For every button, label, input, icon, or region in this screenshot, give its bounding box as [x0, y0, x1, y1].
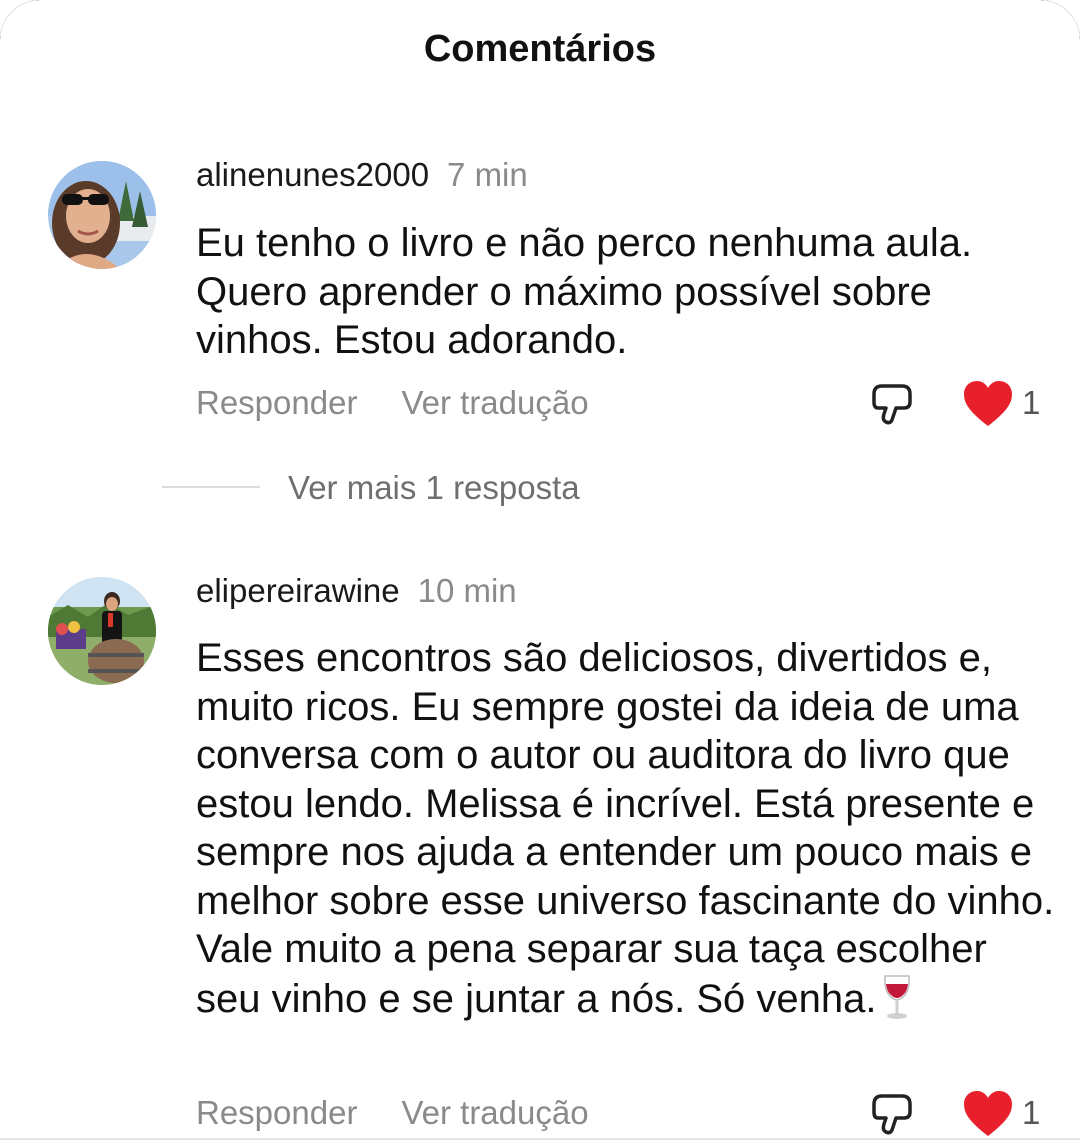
- comment-username[interactable]: elipereirawine: [196, 572, 400, 609]
- wine-glass-icon: [882, 974, 912, 1032]
- heart-icon[interactable]: [962, 380, 1014, 428]
- avatar[interactable]: [48, 577, 156, 685]
- avatar-image: [48, 577, 156, 685]
- dislike-icon[interactable]: [868, 380, 916, 428]
- comment-text-content: Esses encontros são deliciosos, divertid…: [196, 636, 1055, 1021]
- comment-actions: Responder Ver tradução: [196, 1094, 589, 1132]
- comment-time: 7 min: [447, 156, 528, 193]
- comment-time: 10 min: [417, 572, 517, 609]
- reply-button[interactable]: Responder: [196, 1094, 357, 1131]
- reply-button[interactable]: Responder: [196, 384, 357, 421]
- comment-text: Esses encontros são deliciosos, divertid…: [196, 634, 1056, 1031]
- like-count: 1: [1022, 1094, 1041, 1131]
- bottom-divider: [0, 1138, 1080, 1147]
- translate-button[interactable]: Ver tradução: [401, 384, 588, 421]
- comments-sheet: Comentários alinenunes2000 7 min Eu tenho: [0, 0, 1080, 1147]
- dislike-icon[interactable]: [868, 1090, 916, 1138]
- like-count: 1: [1022, 384, 1041, 421]
- comment-text: Eu tenho o livro e não perco nenhuma aul…: [196, 221, 973, 362]
- avatar-image: [48, 161, 156, 269]
- comment-username[interactable]: alinenunes2000: [196, 156, 429, 193]
- comment-meta: elipereirawine 10 min: [196, 572, 517, 610]
- replies-divider: [162, 486, 260, 488]
- view-more-replies-button[interactable]: Ver mais 1 resposta: [288, 469, 580, 507]
- translate-button[interactable]: Ver tradução: [401, 1094, 588, 1131]
- sheet-title: Comentários: [423, 28, 657, 70]
- comment-actions: Responder Ver tradução: [196, 384, 589, 422]
- comment-meta: alinenunes2000 7 min: [196, 156, 528, 194]
- avatar[interactable]: [48, 161, 156, 269]
- heart-icon[interactable]: [962, 1090, 1014, 1138]
